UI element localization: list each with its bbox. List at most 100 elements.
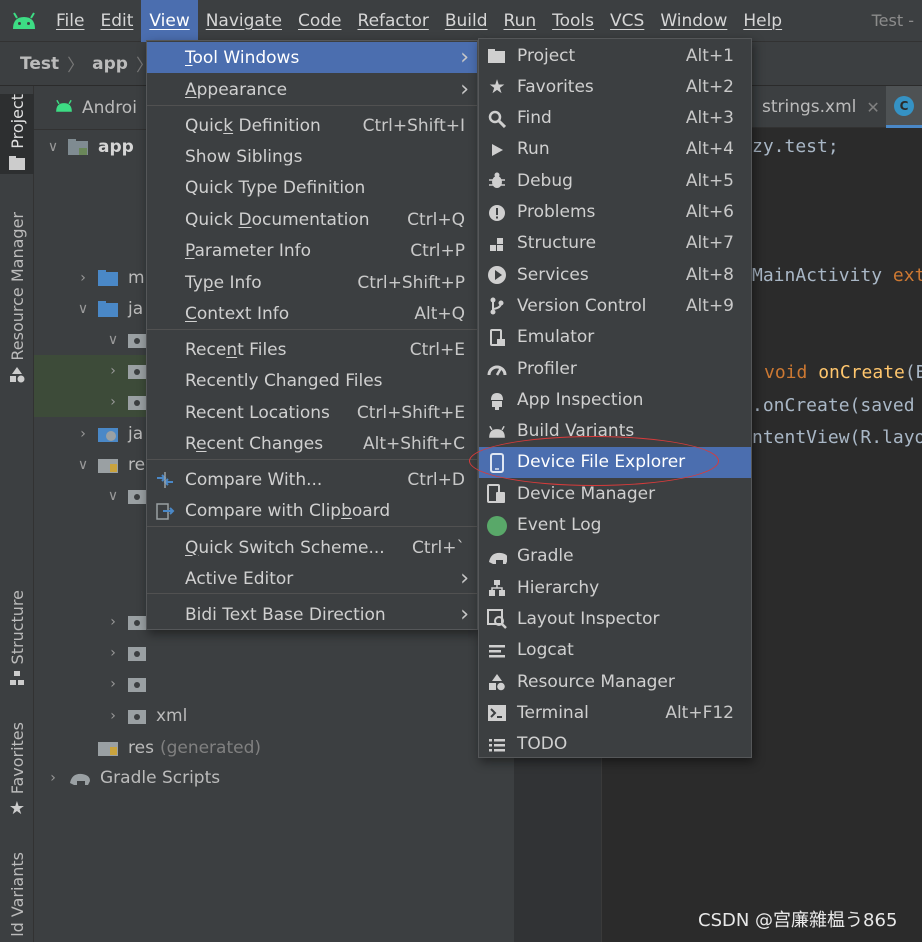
menu-build[interactable]: Build xyxy=(437,0,496,42)
tree-row[interactable]: › xyxy=(34,668,514,699)
tool-window-item-todo[interactable]: TODO xyxy=(479,729,751,760)
folder-icon xyxy=(98,269,120,287)
breadcrumb-item[interactable]: Test xyxy=(20,54,59,74)
view-menu: Tool Windows › Appearance › Quick Definition… xyxy=(146,40,478,630)
favorites-tool-tab[interactable]: Favorites ★ xyxy=(0,722,34,818)
menu-item-quick-documentation[interactable]: Quick Documentation Ctrl+Q xyxy=(147,204,477,235)
menu-item-label: Device File Explorer xyxy=(517,452,686,473)
tool-window-item-build-variants[interactable]: Build Variants xyxy=(479,416,751,447)
tool-window-item-structure[interactable]: Structure Alt+7 xyxy=(479,228,751,259)
chevron-right-icon[interactable]: › xyxy=(104,363,122,379)
editor-tab-active[interactable]: C xyxy=(886,86,922,128)
menu-window[interactable]: Window xyxy=(652,0,735,42)
breadcrumb-item[interactable]: app xyxy=(92,54,128,74)
tool-window-item-device-file-explorer[interactable]: Device File Explorer xyxy=(479,446,751,478)
tool-window-item-services[interactable]: Services Alt+8 xyxy=(479,259,751,290)
tool-window-item-debug[interactable]: Debug Alt+5 xyxy=(479,165,751,196)
tree-row[interactable]: › xyxy=(34,637,514,668)
menu-item-label: Profiler xyxy=(517,358,577,379)
build-variants-tool-tab[interactable]: ld Variants xyxy=(0,852,34,937)
resource-manager-tool-tab[interactable]: Resource Manager xyxy=(0,212,34,387)
chevron-right-icon[interactable]: › xyxy=(44,770,62,786)
tool-window-item-problems[interactable]: Problems Alt+6 xyxy=(479,197,751,228)
chevron-right-icon[interactable]: › xyxy=(74,270,92,286)
menu-view[interactable]: View xyxy=(141,0,198,42)
menu-item-context-info[interactable]: Context Info Alt+Q xyxy=(147,298,477,329)
tool-window-item-version-control[interactable]: Version Control Alt+9 xyxy=(479,290,751,321)
tree-row[interactable]: res (generated) xyxy=(34,732,514,763)
menu-item-active-editor[interactable]: Active Editor › xyxy=(147,563,477,594)
menu-item-quick-definition[interactable]: Quick Definition Ctrl+Shift+I xyxy=(147,110,477,141)
module-folder-icon xyxy=(68,138,90,156)
android-icon xyxy=(487,422,507,442)
chevron-right-icon[interactable]: › xyxy=(104,676,122,692)
close-icon[interactable]: ✕ xyxy=(866,98,879,117)
menu-item-recent-changes[interactable]: Recent Changes Alt+Shift+C xyxy=(147,428,477,459)
chevron-right-icon[interactable]: › xyxy=(104,645,122,661)
tool-window-item-app-inspection[interactable]: App Inspection xyxy=(479,384,751,415)
tool-window-item-favorites[interactable]: ★ Favorites Alt+2 xyxy=(479,71,751,102)
chevron-right-icon[interactable]: › xyxy=(104,394,122,410)
menu-item-recent-locations[interactable]: Recent Locations Ctrl+Shift+E xyxy=(147,397,477,428)
menu-item-recently-changed-files[interactable]: Recently Changed Files xyxy=(147,365,477,396)
tree-row[interactable]: › xml xyxy=(34,700,514,731)
menu-separator xyxy=(147,459,477,460)
menu-item-quick-switch-scheme[interactable]: Quick Switch Scheme... Ctrl+` xyxy=(147,532,477,563)
tool-window-item-emulator[interactable]: Emulator xyxy=(479,322,751,353)
menu-item-shortcut: Alt+5 xyxy=(685,170,734,191)
tool-window-item-resource-manager[interactable]: Resource Manager xyxy=(479,666,751,697)
menu-vcs[interactable]: VCS xyxy=(602,0,652,42)
chevron-right-icon[interactable]: › xyxy=(104,708,122,724)
editor-tab-strings-xml[interactable]: strings.xml ✕ xyxy=(752,86,880,128)
menu-bar: File Edit View Navigate Code Refactor Build Run… xyxy=(0,0,922,42)
chevron-down-icon[interactable]: ∨ xyxy=(74,301,92,317)
menu-run[interactable]: Run xyxy=(496,0,545,42)
menu-tools[interactable]: Tools xyxy=(544,0,602,42)
menu-item-show-siblings[interactable]: Show Siblings xyxy=(147,141,477,172)
tool-window-item-layout-inspector[interactable]: Layout Inspector xyxy=(479,603,751,634)
tool-window-item-find[interactable]: Find Alt+3 xyxy=(479,103,751,134)
structure-icon xyxy=(9,670,25,690)
phone-icon xyxy=(487,452,507,473)
chevron-right-icon[interactable]: › xyxy=(74,426,92,442)
menu-item-appearance[interactable]: Appearance › xyxy=(147,74,477,105)
chevron-down-icon[interactable]: ∨ xyxy=(104,332,122,348)
tool-window-item-logcat[interactable]: Logcat xyxy=(479,635,751,666)
tool-window-item-gradle[interactable]: Gradle xyxy=(479,541,751,572)
menu-refactor[interactable]: Refactor xyxy=(350,0,437,42)
menu-item-recent-files[interactable]: Recent Files Ctrl+E xyxy=(147,334,477,365)
menu-separator xyxy=(147,526,477,527)
class-icon: C xyxy=(894,95,914,116)
chevron-down-icon[interactable]: ∨ xyxy=(74,457,92,473)
menu-code[interactable]: Code xyxy=(290,0,350,42)
tool-window-item-hierarchy[interactable]: Hierarchy xyxy=(479,572,751,603)
tree-row-label: xml xyxy=(156,705,188,726)
menu-item-tool-windows[interactable]: Tool Windows › xyxy=(147,42,477,73)
tool-window-item-project[interactable]: Project Alt+1 xyxy=(479,40,751,71)
tool-window-item-run[interactable]: Run Alt+4 xyxy=(479,134,751,165)
chevron-down-icon[interactable]: ∨ xyxy=(44,139,62,155)
menu-item-parameter-info[interactable]: Parameter Info Ctrl+P xyxy=(147,235,477,266)
menu-navigate[interactable]: Navigate xyxy=(198,0,290,42)
chevron-right-icon[interactable]: › xyxy=(104,614,122,630)
menu-item-bidi-text-base-direction[interactable]: Bidi Text Base Direction › xyxy=(147,599,477,630)
structure-tool-tab[interactable]: Structure xyxy=(0,590,34,690)
gauge-icon xyxy=(487,359,507,379)
menu-item-quick-type-definition[interactable]: Quick Type Definition xyxy=(147,172,477,203)
tool-window-item-profiler[interactable]: Profiler xyxy=(479,353,751,384)
tool-window-item-event-log[interactable]: Event Log xyxy=(479,510,751,541)
emulator-icon xyxy=(487,328,507,348)
tool-window-item-terminal[interactable]: Terminal Alt+F12 xyxy=(479,697,751,728)
menu-item-type-info[interactable]: Type Info Ctrl+Shift+P xyxy=(147,267,477,298)
menu-edit[interactable]: Edit xyxy=(92,0,141,42)
menu-help[interactable]: Help xyxy=(735,0,790,42)
menu-item-compare-with-clipboard[interactable]: Compare with Clipboard xyxy=(147,495,477,526)
tree-row[interactable]: › Gradle Scripts xyxy=(34,762,514,793)
package-icon xyxy=(128,331,148,349)
menu-file[interactable]: File xyxy=(48,0,92,42)
chevron-down-icon[interactable]: ∨ xyxy=(104,488,122,504)
project-tool-tab[interactable]: Project xyxy=(0,94,34,174)
tool-window-item-device-manager[interactable]: Device Manager xyxy=(479,478,751,509)
menu-item-label: Parameter Info xyxy=(185,240,312,261)
menu-item-compare-with[interactable]: Compare With... Ctrl+D xyxy=(147,464,477,495)
